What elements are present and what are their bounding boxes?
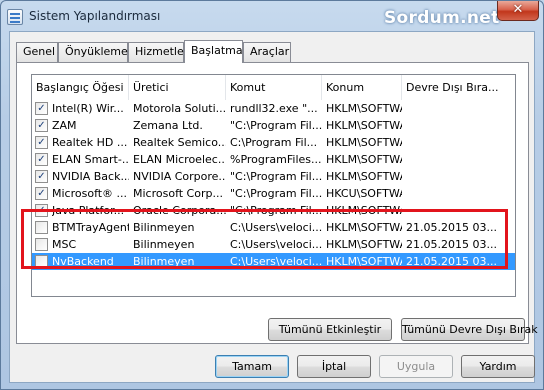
- manufacturer-cell: Motorola Soluti...: [133, 102, 226, 115]
- date-disabled-cell: [406, 134, 511, 151]
- table-row[interactable]: ✓ Java Platfor... Oracle Corpora... "C:\Pro…: [32, 202, 515, 219]
- location-cell: HKLM\SOFTWARE...: [326, 204, 402, 217]
- command-cell: %ProgramFiles...: [230, 153, 322, 166]
- location-cell: HKCU\SOFTWARE...: [326, 187, 402, 200]
- startup-item-checkbox[interactable]: ✓: [35, 102, 48, 115]
- command-cell: C:\Users\veloci...: [230, 221, 322, 234]
- startup-item-name: Java Platfor...: [52, 204, 125, 217]
- command-cell: C:\Users\veloci...: [230, 255, 322, 268]
- startup-item-checkbox[interactable]: ✓: [35, 119, 48, 132]
- column-header-manufacturer[interactable]: Üretici: [129, 75, 226, 100]
- startup-item-checkbox[interactable]: [35, 255, 48, 268]
- table-row[interactable]: ✓ NVIDIA Back... NVIDIA Corpore... "C:\Prog…: [32, 168, 515, 185]
- table-row[interactable]: ✓ ZAM Zemana Ltd. "C:\Program Fil... HKLM\SO…: [32, 117, 515, 134]
- msconfig-app-icon: [7, 9, 23, 25]
- startup-item-checkbox[interactable]: ✓: [35, 204, 48, 217]
- date-disabled-cell: [406, 202, 511, 219]
- date-disabled-cell: [406, 100, 511, 117]
- column-header-command[interactable]: Komut: [226, 75, 322, 100]
- manufacturer-cell: Microsoft Corp...: [133, 187, 223, 200]
- table-row[interactable]: BTMTrayAgent Bilinmeyen C:\Users\veloci...…: [32, 219, 515, 236]
- column-header-date-disabled[interactable]: Devre Dışı Bıra...: [402, 75, 515, 100]
- startup-tab-panel: Başlangıç Öğesi Üretici Komut Konum Devr…: [16, 62, 538, 344]
- enable-all-button[interactable]: Tümünü Etkinleştir: [268, 318, 392, 341]
- date-disabled-cell: 21.05.2015 03...: [406, 238, 497, 251]
- location-cell: HKLM\SOFTWARE...: [326, 238, 402, 251]
- tab-services[interactable]: Hizmetler: [128, 42, 188, 62]
- date-disabled-cell: [406, 168, 511, 185]
- dialog-client-area: Genel Önyükleme Hizmetler Başlatma Araçl…: [9, 31, 538, 383]
- window-title: Sistem Yapılandırması: [29, 9, 161, 23]
- date-disabled-cell: [406, 117, 511, 134]
- column-header-startup-item[interactable]: Başlangıç Öğesi: [32, 75, 129, 100]
- manufacturer-cell: Realtek Semico...: [133, 136, 226, 149]
- startup-item-name: BTMTrayAgent: [52, 221, 129, 234]
- startup-item-checkbox[interactable]: [35, 238, 48, 251]
- close-button[interactable]: ✕: [497, 1, 539, 21]
- location-cell: HKLM\SOFTWARE...: [326, 136, 402, 149]
- disable-all-button[interactable]: Tümünü Devre Dışı Bırak: [401, 318, 538, 341]
- cancel-button[interactable]: İptal: [297, 355, 371, 378]
- command-cell: "C:\Program Fil...: [230, 170, 322, 183]
- help-button[interactable]: Yardım: [461, 355, 535, 378]
- tab-tools[interactable]: Araçlar: [243, 42, 291, 62]
- table-row[interactable]: ✓ ELAN Smart-... ELAN Microelec... %Program…: [32, 151, 515, 168]
- manufacturer-cell: Bilinmeyen: [133, 221, 195, 234]
- manufacturer-cell: Bilinmeyen: [133, 238, 195, 251]
- location-cell: HKLM\SOFTWARE...: [326, 119, 402, 132]
- close-icon: ✕: [512, 2, 524, 17]
- location-cell: HKLM\SOFTWARE...: [326, 170, 402, 183]
- tab-boot[interactable]: Önyükleme: [58, 42, 128, 62]
- column-header-location[interactable]: Konum: [322, 75, 402, 100]
- system-configuration-window: Sistem Yapılandırması Sordum.net ✕ Genel…: [0, 0, 544, 390]
- date-disabled-cell: 21.05.2015 03...: [406, 221, 497, 234]
- startup-items-list[interactable]: Başlangıç Öğesi Üretici Komut Konum Devr…: [31, 74, 516, 297]
- watermark-logo: Sordum.net: [384, 8, 500, 28]
- table-row[interactable]: ✓ Realtek HD ... Realtek Semico... C:\Progr…: [32, 134, 515, 151]
- apply-button[interactable]: Uygula: [379, 355, 453, 378]
- tab-startup[interactable]: Başlatma: [184, 40, 243, 63]
- location-cell: HKLM\SOFTWARE...: [326, 255, 402, 268]
- command-cell: C:\Users\veloci...: [230, 238, 322, 251]
- startup-item-checkbox[interactable]: ✓: [35, 170, 48, 183]
- list-header: Başlangıç Öğesi Üretici Komut Konum Devr…: [32, 75, 515, 100]
- table-row[interactable]: ✓ Microsoft® ... Microsoft Corp... "C:\Prog…: [32, 185, 515, 202]
- startup-item-name: MSC: [52, 238, 77, 251]
- table-row[interactable]: ✓ Intel(R) Wir... Motorola Soluti... rundll…: [32, 100, 515, 117]
- startup-item-checkbox[interactable]: [35, 221, 48, 234]
- startup-item-checkbox[interactable]: ✓: [35, 153, 48, 166]
- manufacturer-cell: NVIDIA Corpore...: [133, 170, 226, 183]
- command-cell: "C:\Program Fil...: [230, 119, 322, 132]
- ok-button[interactable]: Tamam: [215, 355, 289, 378]
- startup-item-name: Intel(R) Wir...: [52, 102, 124, 115]
- startup-item-name: ZAM: [52, 119, 77, 132]
- startup-item-name: Realtek HD ...: [52, 136, 128, 149]
- command-cell: rundll32.exe "...: [230, 102, 318, 115]
- date-disabled-cell: 21.05.2015 03...: [406, 255, 497, 268]
- location-cell: HKLM\SOFTWARE...: [326, 221, 402, 234]
- manufacturer-cell: Bilinmeyen: [133, 255, 195, 268]
- title-bar[interactable]: Sistem Yapılandırması Sordum.net ✕: [1, 1, 543, 31]
- table-row[interactable]: NvBackend Bilinmeyen C:\Users\veloci... HKL…: [32, 253, 515, 270]
- command-cell: "C:\Program Fil...: [230, 204, 322, 217]
- startup-item-name: NVIDIA Back...: [52, 170, 129, 183]
- tab-general[interactable]: Genel: [16, 42, 58, 62]
- startup-item-name: NvBackend: [52, 255, 114, 268]
- startup-item-checkbox[interactable]: ✓: [35, 187, 48, 200]
- manufacturer-cell: Oracle Corpora...: [133, 204, 226, 217]
- command-cell: C:\Program Fil...: [230, 136, 318, 149]
- date-disabled-cell: [406, 151, 511, 168]
- table-row[interactable]: MSC Bilinmeyen C:\Users\veloci... HKLM\SOFT…: [32, 236, 515, 253]
- startup-item-checkbox[interactable]: ✓: [35, 136, 48, 149]
- startup-item-name: ELAN Smart-...: [52, 153, 129, 166]
- manufacturer-cell: Zemana Ltd.: [133, 119, 203, 132]
- manufacturer-cell: ELAN Microelec...: [133, 153, 226, 166]
- command-cell: "C:\Program Fil...: [230, 187, 322, 200]
- location-cell: HKLM\SOFTWARE...: [326, 102, 402, 115]
- startup-item-name: Microsoft® ...: [52, 187, 128, 200]
- date-disabled-cell: [406, 185, 511, 202]
- location-cell: HKLM\SOFTWARE...: [326, 153, 402, 166]
